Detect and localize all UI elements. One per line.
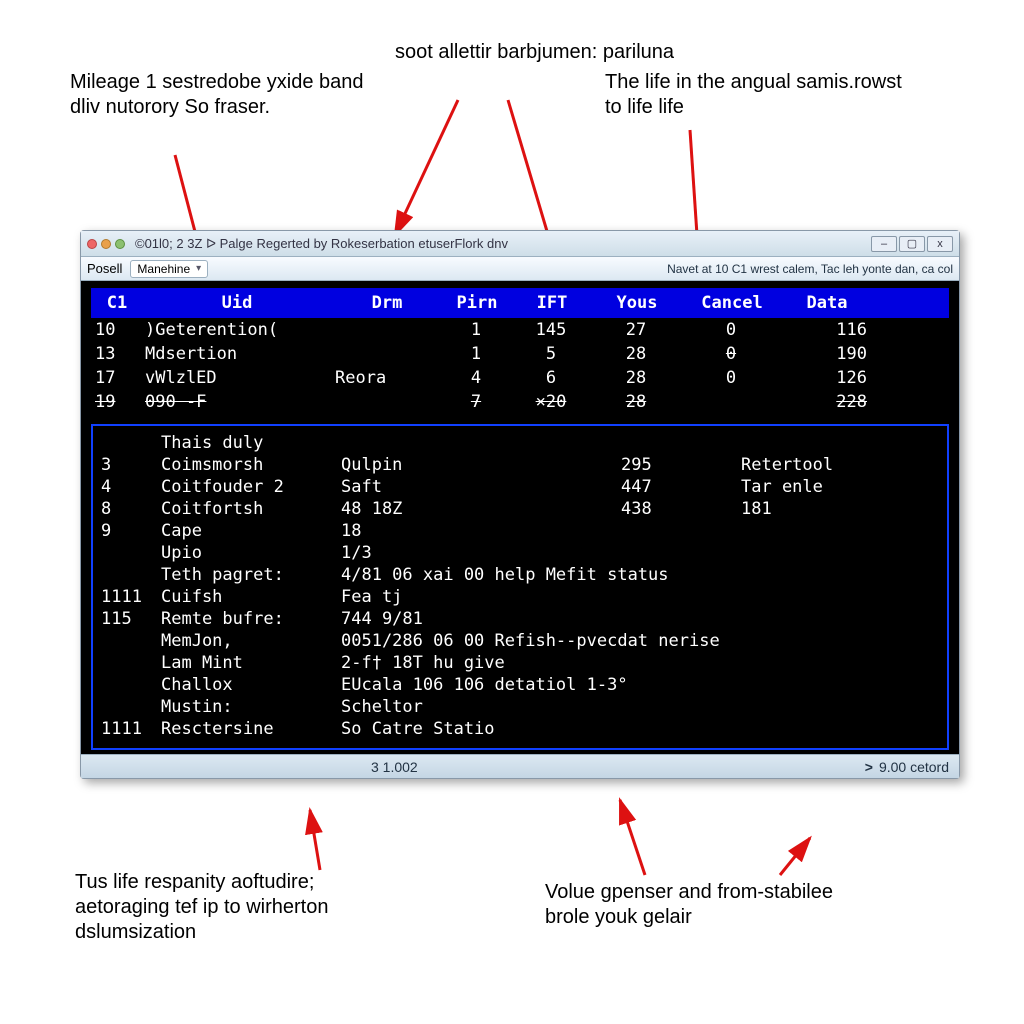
panel-row[interactable]: 4Coitfouder 2Saft447Tar enle: [97, 476, 943, 498]
table-row[interactable]: 13 Mdsertion 1 5 28 0 190: [91, 342, 949, 366]
status-caret-icon: >: [865, 759, 873, 775]
window-title: ©01l0; 2 3Z ᐅ Palge Regerted by Rokeserb…: [135, 236, 508, 252]
table-header-row: C1 Uid Drm Pirn IFT Yous Cancel Data: [91, 288, 949, 318]
toolbar-dropdown[interactable]: Manehine ▾: [130, 260, 208, 278]
callout-bottom-right: Volue gpenser and from-stabilee brole yo…: [545, 880, 845, 930]
detail-panel: Thais duly 3CoimsmorshQulpin295Retertool…: [91, 424, 949, 750]
chevron-down-icon: ▾: [196, 263, 201, 274]
col-pirn: Pirn: [442, 291, 512, 315]
callout-top-center: soot allettir barbjumen: pariluna: [395, 40, 674, 65]
panel-title: Thais duly: [157, 432, 337, 454]
col-ift: IFT: [512, 291, 592, 315]
toolbar-right-text: Navet at 10 C1 wrest calem, Tac leh yont…: [667, 262, 953, 276]
col-c1: C1: [92, 291, 142, 315]
panel-row[interactable]: Teth pagret:4/81 06 xai 00 help Mefit st…: [97, 564, 943, 586]
panel-row[interactable]: Mustin:Scheltor: [97, 696, 943, 718]
toolbar-label: Posell: [87, 261, 122, 276]
panel-row[interactable]: Lam Mint2-f† 18T hu give: [97, 652, 943, 674]
status-bar: 3 1.002 > 9.00 cetord: [81, 754, 959, 778]
panel-row[interactable]: 1111Cuifsh Fea tj: [97, 586, 943, 608]
table-row[interactable]: 19 090 -F 7 ×20 28 228: [91, 390, 949, 414]
window-close-button[interactable]: x: [927, 236, 953, 252]
minimize-dot-icon[interactable]: [101, 239, 111, 249]
callout-bottom-left: Tus life respanity aoftudire; aetoraging…: [75, 870, 375, 945]
data-table: 10 )Geterention( 1 145 27 0 116 13 Mdser…: [91, 318, 949, 414]
col-uid: Uid: [142, 291, 332, 315]
status-center: 3 1.002: [371, 759, 418, 775]
panel-row[interactable]: 115Remte bufre:744 9/81: [97, 608, 943, 630]
toolbar-dropdown-value: Manehine: [137, 262, 190, 276]
terminal-window: ©01l0; 2 3Z ᐅ Palge Regerted by Rokeserb…: [80, 230, 960, 779]
close-dot-icon[interactable]: [87, 239, 97, 249]
panel-row[interactable]: ChalloxEUcala 106 106 detatiol 1-3°: [97, 674, 943, 696]
toolbar: Posell Manehine ▾ Navet at 10 C1 wrest c…: [81, 257, 959, 281]
status-right-value: 9.00 cetord: [879, 759, 949, 775]
panel-title-row: Thais duly: [97, 432, 943, 454]
col-data: Data: [782, 291, 872, 315]
window-minimize-button[interactable]: –: [871, 236, 897, 252]
panel-row[interactable]: 9Cape18: [97, 520, 943, 542]
callout-top-right: The life in the angual samis.rowst to li…: [605, 70, 905, 120]
col-cancel: Cancel: [682, 291, 782, 315]
maximize-dot-icon[interactable]: [115, 239, 125, 249]
col-drm: Drm: [332, 291, 442, 315]
terminal-body[interactable]: C1 Uid Drm Pirn IFT Yous Cancel Data 10 …: [81, 281, 959, 754]
table-row[interactable]: 10 )Geterention( 1 145 27 0 116: [91, 318, 949, 342]
panel-row[interactable]: 8Coitfortsh48 18Z438181: [97, 498, 943, 520]
callout-top-left: Mileage 1 sestredobe yxide band dliv nut…: [70, 70, 370, 120]
table-row[interactable]: 17 vWlzlED Reora 4 6 28 0 126: [91, 366, 949, 390]
panel-row[interactable]: 3CoimsmorshQulpin295Retertool: [97, 454, 943, 476]
panel-row[interactable]: Upio1/3: [97, 542, 943, 564]
window-titlebar[interactable]: ©01l0; 2 3Z ᐅ Palge Regerted by Rokeserb…: [81, 231, 959, 257]
panel-row[interactable]: MemJon,0051/286 06 00 Refish--pvecdat ne…: [97, 630, 943, 652]
window-maximize-button[interactable]: ▢: [899, 236, 925, 252]
panel-row[interactable]: 1111ResctersineSo Catre Statio: [97, 718, 943, 740]
col-yous: Yous: [592, 291, 682, 315]
